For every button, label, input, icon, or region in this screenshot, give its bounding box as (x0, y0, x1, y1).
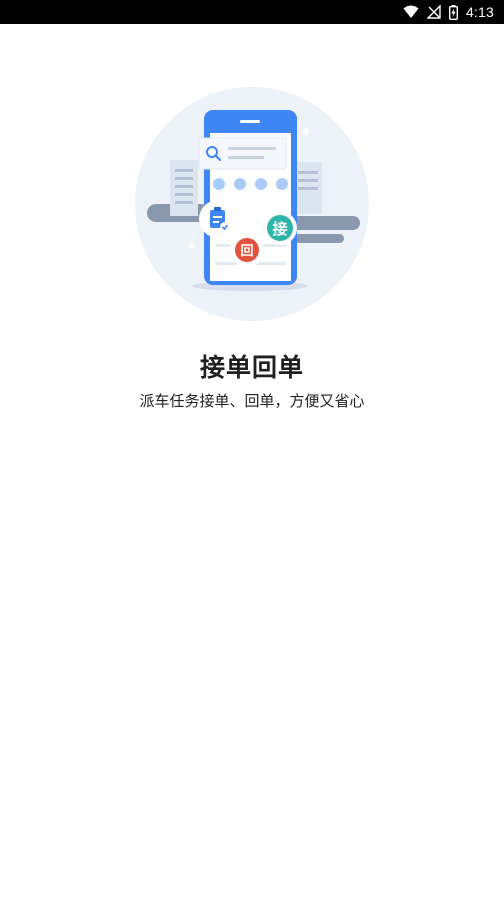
battery-charging-icon (448, 4, 458, 20)
return-badge-label: 回 (240, 244, 253, 259)
page-title: 接单回单 (199, 353, 304, 382)
building-right-icon (294, 162, 322, 214)
status-bar: 4:13 (0, 0, 504, 24)
page-subtitle: 派车任务接单、回单，方便又省心 (139, 392, 365, 410)
no-signal-icon (426, 5, 441, 19)
search-card (198, 137, 287, 170)
wifi-icon (403, 5, 419, 19)
clipboard-badge (199, 200, 237, 238)
return-badge: 回 (230, 233, 264, 267)
onboarding-illustration: 接 回 (135, 87, 369, 321)
building-left-icon (170, 160, 198, 216)
status-icons: 4:13 (403, 0, 494, 24)
accept-badge: 接 (263, 211, 297, 245)
accept-badge-label: 接 (272, 220, 287, 238)
status-time: 4:13 (465, 4, 494, 20)
